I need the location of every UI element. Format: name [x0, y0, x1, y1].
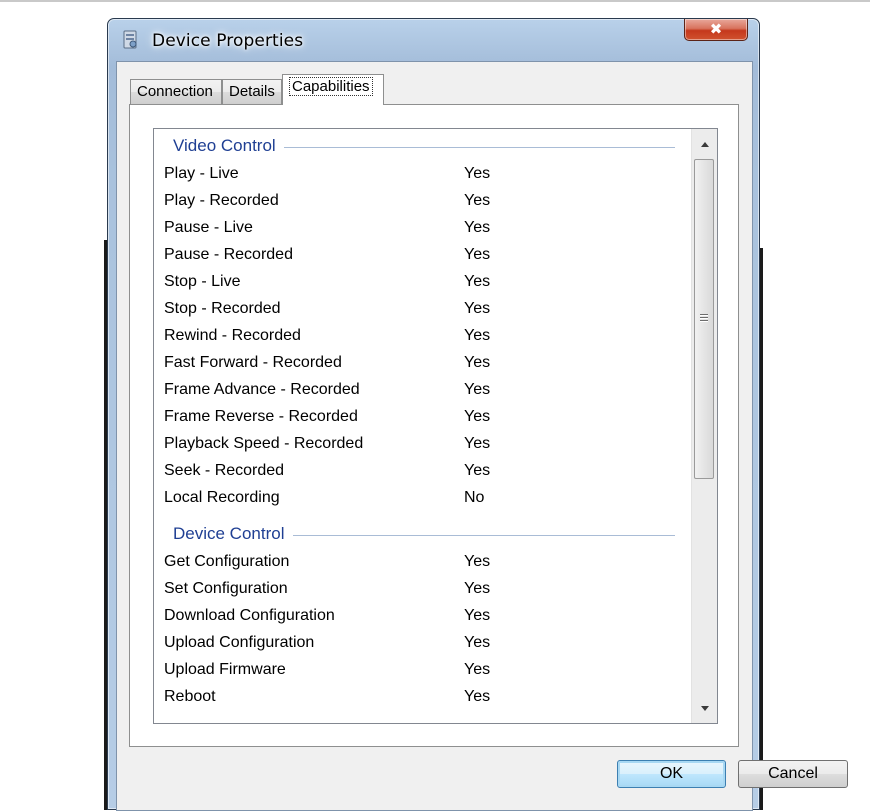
- capability-row[interactable]: Stop - Recorded Yes: [164, 297, 684, 324]
- window-title: Device Properties: [152, 31, 304, 51]
- capability-label: Local Recording: [164, 489, 280, 506]
- capability-label: Frame Reverse - Recorded: [164, 408, 358, 425]
- group-divider: [283, 146, 675, 148]
- capability-label: Rewind - Recorded: [164, 327, 301, 344]
- capability-label: Play - Live: [164, 165, 239, 182]
- capability-row[interactable]: Frame Advance - Recorded Yes: [164, 378, 684, 405]
- capability-row[interactable]: Upload Configuration Yes: [164, 631, 684, 658]
- capability-value: Yes: [464, 165, 491, 182]
- capability-value: Yes: [464, 381, 491, 398]
- group-header: Video Control: [173, 135, 675, 157]
- arrow-up-icon: [700, 141, 709, 147]
- capability-label: Fast Forward - Recorded: [164, 354, 342, 371]
- capabilities-panel: Video Control Play - Live Yes Play - Record…: [129, 104, 739, 747]
- capability-value: Yes: [464, 661, 491, 678]
- cancel-button[interactable]: Cancel: [738, 760, 848, 788]
- top-divider: [0, 0, 870, 2]
- capability-row[interactable]: Pause - Live Yes: [164, 216, 684, 243]
- capability-label: Seek - Recorded: [164, 462, 285, 479]
- capability-row[interactable]: Get Configuration Yes: [164, 550, 684, 577]
- capability-row[interactable]: Reboot Yes: [164, 685, 684, 712]
- capability-value: Yes: [464, 219, 491, 236]
- capability-value: Yes: [464, 300, 491, 317]
- capability-label: Play - Recorded: [164, 192, 279, 209]
- capability-label: Get Configuration: [164, 553, 290, 570]
- dialog-client-area: Connection Details Capabilities Video Co…: [116, 61, 848, 811]
- capability-label: Frame Advance - Recorded: [164, 381, 360, 398]
- tab-label: Details: [229, 83, 275, 100]
- scroll-down-button[interactable]: [693, 695, 716, 721]
- tab-label: Connection: [137, 83, 213, 100]
- capability-row[interactable]: Pause - Recorded Yes: [164, 243, 684, 270]
- capability-label: Upload Firmware: [164, 661, 286, 678]
- capability-label: Stop - Live: [164, 273, 241, 290]
- capability-row[interactable]: Playback Speed - Recorded Yes: [164, 432, 684, 459]
- tab-details[interactable]: Details: [222, 79, 282, 104]
- capability-label: Pause - Recorded: [164, 246, 293, 263]
- group-header-label: Video Control: [173, 136, 276, 155]
- capability-label: Set Configuration: [164, 580, 288, 597]
- capability-row[interactable]: Stop - Live Yes: [164, 270, 684, 297]
- tab-connection[interactable]: Connection: [130, 79, 222, 104]
- capability-label: Pause - Live: [164, 219, 253, 236]
- capability-value: Yes: [464, 634, 491, 651]
- capability-row[interactable]: Upload Firmware Yes: [164, 658, 684, 685]
- capability-value: Yes: [464, 327, 491, 344]
- capability-value: Yes: [464, 408, 491, 425]
- capability-row[interactable]: Local Recording No: [164, 486, 684, 513]
- capability-row[interactable]: Set Configuration Yes: [164, 577, 684, 604]
- capability-label: Upload Configuration: [164, 634, 315, 651]
- capability-row[interactable]: Download Configuration Yes: [164, 604, 684, 631]
- capability-row[interactable]: Seek - Recorded Yes: [164, 459, 684, 486]
- scroll-thumb[interactable]: [694, 159, 714, 479]
- capability-label: Stop - Recorded: [164, 300, 281, 317]
- grip-icon: [700, 314, 708, 323]
- capability-value: Yes: [464, 462, 491, 479]
- capability-value: Yes: [464, 435, 491, 452]
- capability-row[interactable]: Fast Forward - Recorded Yes: [164, 351, 684, 378]
- capability-value: Yes: [464, 354, 491, 371]
- arrow-down-icon: [700, 705, 709, 711]
- capability-value: Yes: [464, 273, 491, 290]
- title-bar[interactable]: Device Properties ✖: [108, 19, 759, 61]
- tab-capabilities[interactable]: Capabilities: [282, 74, 384, 105]
- capability-label: Reboot: [164, 688, 216, 705]
- close-icon: ✖: [709, 20, 723, 38]
- capability-value: Yes: [464, 553, 491, 570]
- capability-row[interactable]: Play - Recorded Yes: [164, 189, 684, 216]
- capability-value: Yes: [464, 246, 491, 263]
- capability-row[interactable]: Frame Reverse - Recorded Yes: [164, 405, 684, 432]
- capability-row[interactable]: Play - Live Yes: [164, 162, 684, 189]
- capability-label: Playback Speed - Recorded: [164, 435, 364, 452]
- capability-value: No: [464, 489, 485, 506]
- close-button[interactable]: ✖: [684, 19, 748, 41]
- group-divider: [292, 534, 675, 536]
- capability-value: Yes: [464, 688, 491, 705]
- capability-value: Yes: [464, 192, 491, 209]
- capability-value: Yes: [464, 607, 491, 624]
- capabilities-list[interactable]: Video Control Play - Live Yes Play - Record…: [153, 128, 718, 724]
- group-header: Device Control: [173, 523, 675, 545]
- ok-button[interactable]: OK: [617, 760, 726, 788]
- tab-label: Capabilities: [289, 77, 373, 96]
- capability-value: Yes: [464, 580, 491, 597]
- device-properties-dialog: Device Properties ✖ Connection Details C…: [107, 18, 848, 811]
- scroll-up-button[interactable]: [693, 131, 716, 157]
- capability-row[interactable]: Rewind - Recorded Yes: [164, 324, 684, 351]
- device-properties-icon: [122, 30, 140, 50]
- capability-label: Download Configuration: [164, 607, 335, 624]
- group-header-label: Device Control: [173, 524, 285, 543]
- vertical-scrollbar[interactable]: [691, 129, 717, 723]
